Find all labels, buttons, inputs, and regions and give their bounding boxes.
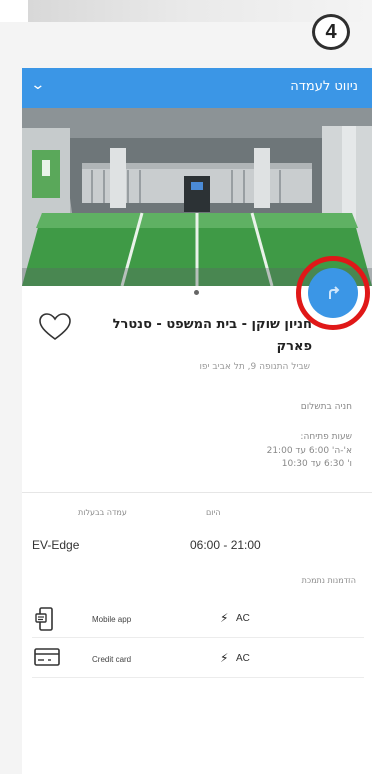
payment-label: Mobile app [92,615,132,624]
parking-fee-text: חניה בתשלום [300,402,352,412]
row-divider [32,637,364,638]
owner-value: EV-Edge [32,538,80,552]
step-number-badge: 4 [312,14,350,50]
navigate-header[interactable]: ניווט לעמדה ⌄ [22,68,372,108]
mobile-app-icon [35,607,53,631]
payments-title: הזדמנות נתמכת [301,576,356,585]
connector-type: AC [236,653,250,664]
payment-row: Mobile app ⚡︎ AC [22,602,372,638]
lightning-bolt-icon: ⚡︎ [220,611,229,625]
owner-label: עמדה בבעלות [78,508,127,517]
opening-hours-line: ו' 6:30 עד 10:30 [281,459,352,469]
station-name: חניון שוקן - בית המשפט - סנטרל פארק [112,317,312,354]
header-title: ניווט לעמדה [290,79,358,94]
favorite-heart-icon[interactable] [38,312,72,342]
station-address: שביל התנופה 9, תל אביב יפו [199,362,310,372]
credit-card-icon [34,648,60,666]
opening-hours-line: א'-ה' 6:00 עד 21:00 [266,446,352,456]
row-divider [32,677,364,678]
chevron-down-icon[interactable]: ⌄ [30,76,45,93]
today-hours-value: 06:00 - 21:00 [190,538,261,552]
opening-hours-title: שעות פתיחה: [300,432,352,442]
lightning-bolt-icon: ⚡︎ [220,651,229,665]
carousel-dot[interactable] [194,290,199,295]
section-divider [22,492,372,493]
payment-row: Credit card ⚡︎ AC [22,642,372,678]
station-card: ניווט לעמדה ⌄ חניון שוקן - בית המשפט - ס… [22,68,372,774]
today-label: היום [206,508,221,517]
turn-arrow-icon [329,286,340,299]
connector-type: AC [236,613,250,624]
navigate-button[interactable] [308,268,358,318]
payment-label: Credit card [92,655,132,664]
